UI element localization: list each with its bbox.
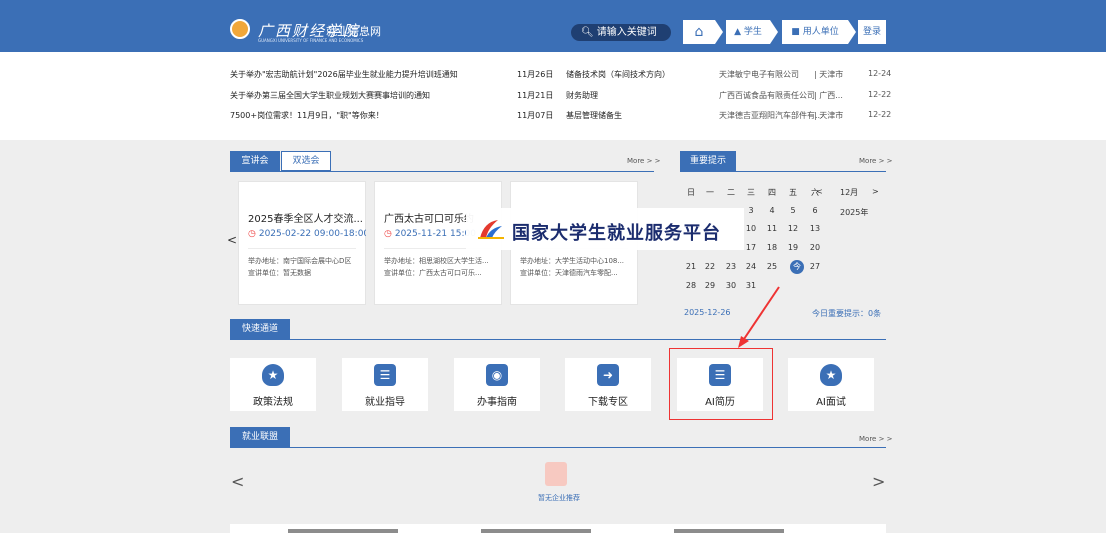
platform-banner-text[interactable]: 国家大学生就业服务平台 <box>512 219 721 245</box>
tab-talks[interactable]: 宣讲会 <box>230 151 280 171</box>
login-button[interactable]: 登录 <box>858 20 886 44</box>
site-name[interactable]: 就业信息网 <box>326 23 381 39</box>
quick-guide-button[interactable]: ◉ 办事指南 <box>454 358 540 411</box>
talk-card[interactable]: 2025春季全区人才交流... ◷ 2025-02-22 09:00-18:00 … <box>238 181 366 305</box>
building-icon: ■ <box>791 27 800 37</box>
quick-download-button[interactable]: ➜ 下载专区 <box>565 358 651 411</box>
tab-job-fairs[interactable]: 双选会 <box>281 151 331 171</box>
empty-company-icon <box>545 462 567 486</box>
calendar-month: 12月 <box>840 188 859 197</box>
quick-policy-button[interactable]: ★ 政策法规 <box>230 358 316 411</box>
graduation-cap-icon: ▲ <box>734 27 742 37</box>
document-icon: ☰ <box>374 364 396 386</box>
star-shield-icon: ★ <box>262 364 284 386</box>
important-title[interactable]: 重要提示 <box>680 151 736 171</box>
school-logo-icon[interactable] <box>230 19 250 39</box>
highlight-box <box>669 348 773 420</box>
folder-download-icon: ➜ <box>597 364 619 386</box>
today-tip[interactable]: 今日重要提示：0条 <box>812 308 881 319</box>
nav-employer-button[interactable]: ■ 用人单位 <box>782 20 856 44</box>
quick-access-title: 快速通道 <box>230 319 290 339</box>
star-shield-icon: ★ <box>820 364 842 386</box>
calendar-today[interactable]: 今 <box>790 260 804 274</box>
search-input[interactable]: 🔍︎ 请输入关键词 <box>571 24 671 41</box>
quick-ai-interview-button[interactable]: ★ AI面试 <box>788 358 874 411</box>
news-job-list: 关于举办"宏志助航计划"2026届毕业生就业能力提升培训班通知 11月26日 储… <box>0 52 1106 140</box>
alliance-prev-icon[interactable]: < <box>231 472 244 491</box>
alliance-empty-text: 暂无企业推荐 <box>538 494 580 502</box>
quick-guidance-button[interactable]: ☰ 就业指导 <box>342 358 428 411</box>
header-bar: 广西财经学院 就业信息网 GUANGXI UNIVERSITY OF FINAN… <box>0 0 1106 52</box>
home-button[interactable]: ⌂ <box>683 20 723 44</box>
alliance-next-icon[interactable]: > <box>872 472 885 491</box>
platform-logo-icon <box>478 220 504 239</box>
school-english-name: GUANGXI UNIVERSITY OF FINANCE AND ECONOM… <box>258 38 364 43</box>
important-date: 2025-12-26 <box>684 308 731 317</box>
home-icon: ⌂ <box>694 24 704 40</box>
calendar-search-icon: ◉ <box>486 364 508 386</box>
talks-more-link[interactable]: More > > <box>627 157 661 165</box>
carousel-prev-icon[interactable]: < <box>227 233 237 247</box>
search-icon: 🔍︎ <box>581 27 594 38</box>
calendar-next-icon[interactable]: > <box>872 187 879 196</box>
alliance-more-link[interactable]: More > > <box>859 435 893 443</box>
calendar-prev-icon[interactable]: < <box>816 187 823 196</box>
important-more-link[interactable]: More > > <box>859 157 893 165</box>
clock-icon: ◷ <box>248 229 256 239</box>
clock-icon: ◷ <box>384 229 392 239</box>
nav-student-button[interactable]: ▲ 学生 <box>726 20 778 44</box>
tab-underline <box>230 171 654 172</box>
calendar-year: 2025年 <box>840 208 869 217</box>
alliance-title: 就业联盟 <box>230 427 290 447</box>
